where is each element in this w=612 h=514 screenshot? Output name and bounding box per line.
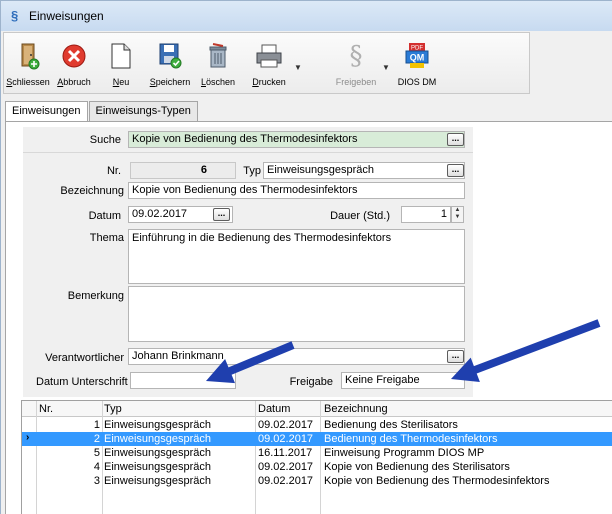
delete-button[interactable]: Löschen <box>198 37 238 91</box>
column-header-datum[interactable]: Datum <box>258 403 290 415</box>
row-bezeichnung-cell: Kopie von Bedienung des Thermodesinfekto… <box>324 475 550 487</box>
row-bezeichnung-cell: Kopie von Bedienung des Sterilisators <box>324 461 510 473</box>
table-header: Nr. Typ Datum Bezeichnung <box>22 401 612 417</box>
row-nr-cell: 4 <box>93 461 100 473</box>
close-button[interactable]: Schliessen <box>6 37 50 91</box>
cancel-button[interactable]: Abbruch <box>56 37 92 91</box>
search-field[interactable]: Kopie von Bedienung des Thermodesinfekto… <box>128 131 465 148</box>
search-ellipsis-button[interactable]: ... <box>447 133 464 146</box>
tab-einweisungs-typen[interactable]: Einweisungs-Typen <box>88 101 198 121</box>
table-row[interactable]: 5 Einweisungsgespräch 16.11.2017 Einweisung… <box>22 446 612 460</box>
close-door-icon <box>13 41 43 71</box>
printer-icon <box>254 41 284 71</box>
verantwortlicher-ellipsis-button[interactable]: ... <box>447 350 464 363</box>
row-typ-cell: Einweisungsgespräch <box>104 475 212 487</box>
freigabe-field: Keine Freigabe <box>341 372 465 389</box>
row-bezeichnung-cell: Bedienung des Thermodesinfektors <box>324 433 498 445</box>
verantwortlicher-field[interactable]: Johann Brinkmann <box>128 348 465 365</box>
row-typ-cell: Einweisungsgespräch <box>104 433 212 445</box>
bezeichnung-label: Bezeichnung <box>60 185 124 197</box>
row-datum-cell: 09.02.2017 <box>258 475 314 487</box>
tab-einweisungen[interactable]: Einweisungen <box>5 101 88 122</box>
row-typ-cell: Einweisungsgespräch <box>104 447 212 459</box>
freigabe-label: Freigabe <box>289 376 333 388</box>
row-datum-cell: 16.11.2017 <box>258 447 313 459</box>
datum-unterschrift-label: Datum Unterschrift <box>36 376 128 388</box>
column-header-typ[interactable]: Typ <box>104 403 122 415</box>
nr-field: 6 <box>130 162 236 179</box>
window-title: Einweisungen <box>29 9 104 23</box>
delete-icon <box>203 41 233 71</box>
row-typ-cell: Einweisungsgespräch <box>104 461 212 473</box>
release-dropdown-arrow[interactable]: ▼ <box>382 63 390 72</box>
bemerkung-field[interactable] <box>128 286 465 342</box>
nr-label: Nr. <box>106 165 121 177</box>
save-icon <box>155 41 185 71</box>
search-label: Suche <box>89 134 121 146</box>
release-button[interactable]: § Freigeben <box>332 37 380 91</box>
paragraph-icon: § <box>349 41 363 71</box>
app-paragraph-icon: § <box>11 8 19 23</box>
new-document-icon <box>106 41 136 71</box>
typ-label: Typ <box>243 165 261 177</box>
datum-ellipsis-button[interactable]: ... <box>213 208 230 221</box>
datum-unterschrift-field[interactable] <box>130 372 236 389</box>
typ-field[interactable]: Einweisungsgespräch <box>263 162 465 179</box>
spin-up-icon[interactable]: ▲ <box>452 207 463 214</box>
thema-field[interactable]: Einführung in die Bedienung des Thermode… <box>128 229 465 284</box>
new-button[interactable]: Neu <box>104 37 138 91</box>
row-nr-cell: 5 <box>93 447 100 459</box>
pdf-qm-icon: PDF QM <box>402 41 432 71</box>
dauer-label: Dauer (Std.) <box>330 210 390 222</box>
row-datum-cell: 09.02.2017 <box>258 419 314 431</box>
bezeichnung-field[interactable]: Kopie von Bedienung des Thermodesinfekto… <box>128 182 465 199</box>
datum-label: Datum <box>88 210 121 222</box>
column-header-bezeichnung[interactable]: Bezeichnung <box>324 403 388 415</box>
verantwortlicher-label: Verantwortlicher <box>45 352 124 364</box>
row-typ-cell: Einweisungsgespräch <box>104 419 212 431</box>
column-header-nr[interactable]: Nr. <box>39 403 53 415</box>
thema-label: Thema <box>89 232 124 244</box>
dios-dm-button[interactable]: PDF QM DIOS DM <box>394 37 440 91</box>
tab-strip: Einweisungen Einweisungs-Typen <box>5 101 199 122</box>
toolbar: Schliessen Abbruch Neu Speichern Löschen… <box>3 32 530 94</box>
row-datum-cell: 09.02.2017 <box>258 461 314 473</box>
row-datum-cell: 09.02.2017 <box>258 433 314 445</box>
table-row[interactable]: 4 Einweisungsgespräch 09.02.2017 Kopie von … <box>22 460 612 474</box>
typ-ellipsis-button[interactable]: ... <box>447 164 464 177</box>
spin-down-icon[interactable]: ▼ <box>452 214 463 221</box>
svg-text:QM: QM <box>410 53 425 63</box>
row-nr-cell: 3 <box>93 475 100 487</box>
row-bezeichnung-cell: Bedienung des Sterilisators <box>324 419 458 431</box>
title-bar: § Einweisungen <box>1 1 612 31</box>
table-row[interactable]: 2 Einweisungsgespräch 09.02.2017 Bedienung … <box>22 432 612 446</box>
row-nr-cell: 1 <box>93 419 100 431</box>
bemerkung-label: Bemerkung <box>67 290 124 302</box>
table-row[interactable]: 1 Einweisungsgespräch 09.02.2017 Bedienung … <box>22 418 612 432</box>
application-window: § Einweisungen Schliessen Abbruch Neu Sp… <box>0 0 612 514</box>
row-bezeichnung-cell: Einweisung Programm DIOS MP <box>324 447 485 459</box>
table-row[interactable]: 3 Einweisungsgespräch 09.02.2017 Kopie von … <box>22 474 612 488</box>
cancel-icon <box>59 41 89 71</box>
row-nr-cell: 2 <box>93 433 100 445</box>
current-row-marker-icon: › <box>26 432 30 443</box>
dauer-spinner[interactable]: ▲ ▼ <box>451 206 464 223</box>
save-button[interactable]: Speichern <box>148 37 192 91</box>
einweisungen-table: Nr. Typ Datum Bezeichnung 1 Einweisungsge… <box>21 400 612 514</box>
dauer-field[interactable]: 1 <box>401 206 451 223</box>
print-dropdown-arrow[interactable]: ▼ <box>294 63 302 72</box>
print-button[interactable]: Drucken <box>247 37 291 91</box>
